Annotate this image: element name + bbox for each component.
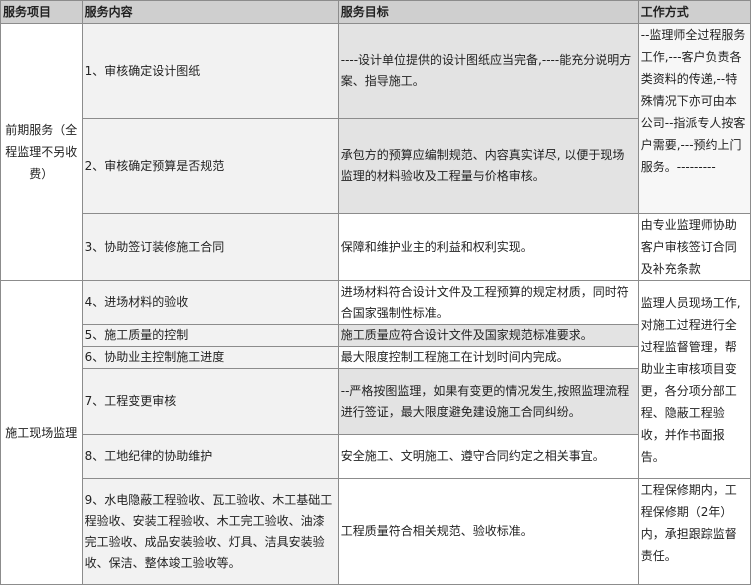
table-row: 7、工程变更审核 --严格按图监理，如果有变更的情况发生,按照监理流程进行签证，… bbox=[1, 368, 751, 435]
row1-goal: ----设计单位提供的设计图纸应当完备,----能充分说明方案、指导施工。 bbox=[337, 23, 639, 119]
row4-content: 4、进场材料的验收 bbox=[81, 280, 339, 325]
table-row: 6、协助业主控制施工进度 最大限度控制工程施工在计划时间内完成。 bbox=[1, 346, 751, 369]
row5-content: 5、施工质量的控制 bbox=[81, 324, 339, 347]
table-row: 8、工地纪律的协助维护 安全施工、文明施工、遵守合同约定之相关事宜。 bbox=[1, 434, 751, 479]
table-row: 9、水电隐蔽工程验收、瓦工验收、木工基础工程验收、安装工程验收、木工完工验收、油… bbox=[1, 478, 752, 585]
row7-content: 7、工程变更审核 bbox=[81, 368, 339, 435]
row9-goal: 工程质量符合相关规范、验收标准。 bbox=[337, 478, 639, 585]
row1-content: 1、审核确定设计图纸 bbox=[81, 23, 339, 119]
row9-content: 9、水电隐蔽工程验收、瓦工验收、木工基础工程验收、安装工程验收、木工完工验收、油… bbox=[81, 478, 339, 585]
row7-goal: --严格按图监理，如果有变更的情况发生,按照监理流程进行签证，最大限度避免建设施… bbox=[337, 368, 639, 435]
header-row: 服务项目 服务内容 服务目标 工作方式 bbox=[0, 0, 752, 24]
header-goal: 服务目标 bbox=[337, 0, 639, 24]
row8-content: 8、工地纪律的协助维护 bbox=[81, 434, 339, 479]
group1-method-a: --监理师全过程服务工作,---客户负责各类资料的传递,--特殊情况下亦可由本公… bbox=[637, 23, 752, 214]
group1-project: 前期服务（全程监理不另收费） bbox=[0, 23, 83, 281]
row6-goal: 最大限度控制工程施工在计划时间内完成。 bbox=[337, 346, 639, 369]
group2-project: 施工现场监理 bbox=[0, 280, 83, 585]
group2-method-a: 监理人员现场工作,对施工过程进行全过程监督管理，帮助业主审核项目变更，各分项分部… bbox=[637, 280, 752, 479]
row5-goal: 施工质量应符合设计文件及国家规范标准要求。 bbox=[337, 324, 639, 347]
table-row: 5、施工质量的控制 施工质量应符合设计文件及国家规范标准要求。 bbox=[1, 324, 751, 347]
group2-method-b: 工程保修期内，工程保修期（2年）内，承担跟踪监督责任。 bbox=[637, 478, 752, 585]
row2-content: 2、审核确定预算是否规范 bbox=[81, 118, 339, 214]
header-content: 服务内容 bbox=[81, 0, 339, 24]
table-row: 2、审核确定预算是否规范 承包方的预算应编制规范、内容真实详尽, 以便于现场监理… bbox=[1, 118, 751, 214]
header-method: 工作方式 bbox=[637, 0, 752, 24]
header-project: 服务项目 bbox=[0, 0, 83, 24]
service-table-document: 服务项目 服务内容 服务目标 工作方式 前期服务（全程监理不另收费） 1、审核确… bbox=[0, 0, 752, 585]
table-row: 施工现场监理 4、进场材料的验收 进场材料符合设计文件及工程预算的规定材质，同时… bbox=[0, 280, 752, 585]
table-row: 3、协助签订装修施工合同 保障和维护业主的利益和权利实现。 由专业监理师协助客户… bbox=[1, 213, 752, 281]
table-row: 前期服务（全程监理不另收费） 1、审核确定设计图纸 ----设计单位提供的设计图… bbox=[0, 23, 752, 281]
row4-goal: 进场材料符合设计文件及工程预算的规定材质，同时符合国家强制性标准。 bbox=[337, 280, 639, 325]
row2-goal: 承包方的预算应编制规范、内容真实详尽, 以便于现场监理的材料验收及工程量与价格审… bbox=[337, 118, 639, 214]
row3-content: 3、协助签订装修施工合同 bbox=[81, 213, 339, 281]
group1-method-b: 由专业监理师协助客户审核签订合同及补充条款 bbox=[637, 213, 752, 281]
row3-goal: 保障和维护业主的利益和权利实现。 bbox=[337, 213, 639, 281]
row8-goal: 安全施工、文明施工、遵守合同约定之相关事宜。 bbox=[337, 434, 639, 479]
row6-content: 6、协助业主控制施工进度 bbox=[81, 346, 339, 369]
service-table: 服务项目 服务内容 服务目标 工作方式 前期服务（全程监理不另收费） 1、审核确… bbox=[0, 0, 752, 585]
